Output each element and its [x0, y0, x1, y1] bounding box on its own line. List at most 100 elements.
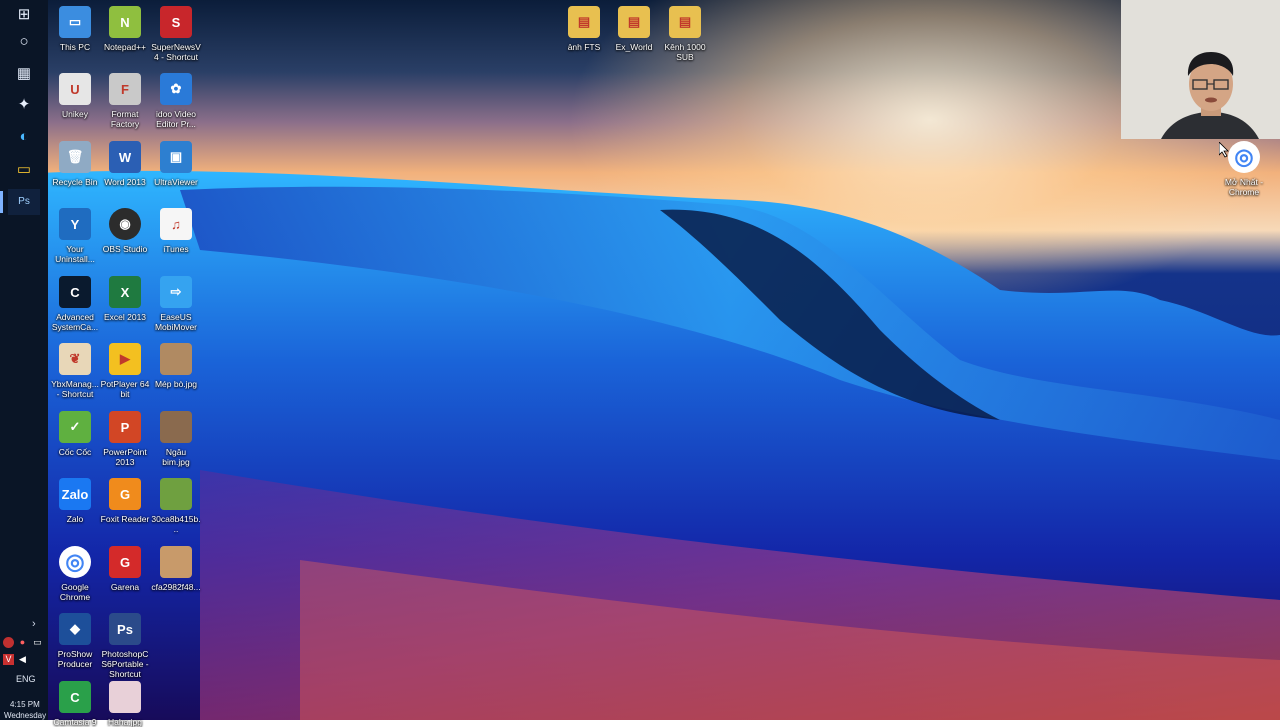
- desktop-icon[interactable]: U Unikey: [50, 73, 100, 119]
- app-icon: P: [109, 411, 141, 443]
- desktop-icon-label: ProShow Producer: [57, 649, 93, 669]
- tray-v-icon[interactable]: V: [3, 654, 14, 665]
- desktop-icon[interactable]: ▤ Kênh 1000 SUB: [660, 6, 710, 62]
- desktop-icon-label: Zalo: [66, 514, 84, 524]
- app-icon: ▣: [160, 141, 192, 173]
- app-icon: Zalo: [59, 478, 91, 510]
- desktop-icon[interactable]: ◎ Google Chrome: [50, 546, 100, 602]
- desktop-icon-label: idoo Video Editor Pr...: [155, 109, 197, 129]
- desktop-icon[interactable]: G Garena: [100, 546, 150, 592]
- desktop-icon-label: Excel 2013: [103, 312, 147, 322]
- calculator-icon[interactable]: ▦: [8, 61, 40, 87]
- app-icon: 🗑: [59, 141, 91, 173]
- app-icon: Ps: [109, 613, 141, 645]
- desktop-icon-label: Mở Nhất - Chrome: [1224, 177, 1264, 197]
- desktop-icon-label: This PC: [59, 42, 91, 52]
- volume-icon[interactable]: ◀: [17, 654, 28, 665]
- desktop-icon[interactable]: ▣ UltraViewer: [151, 141, 201, 187]
- app-icon: [160, 478, 192, 510]
- desktop-icon[interactable]: Mép bò.jpg: [151, 343, 201, 389]
- app-icon: ◎: [1228, 141, 1260, 173]
- app-icon: ✿: [160, 73, 192, 105]
- app-icon: ⇨: [160, 276, 192, 308]
- desktop-icon[interactable]: C Camtasia 9: [50, 681, 100, 727]
- active-app-indicator: [0, 191, 3, 213]
- desktop-icon-label: Camtasia 9: [53, 717, 97, 727]
- tray-garena-icon[interactable]: ●: [17, 637, 28, 648]
- desktop-icon-label: Ex_World: [615, 42, 653, 52]
- app-icon: [160, 411, 192, 443]
- taskbar: ⊞ ○ ▦ ✦ ◐ ▭ Ps › ● ▭ V ◀ ENG 4:15 PM Wed…: [0, 0, 48, 720]
- desktop-icon-label: YbxManag... - Shortcut: [51, 379, 99, 399]
- desktop-icon-label: EaseUS MobiMover: [154, 312, 198, 332]
- desktop-icon[interactable]: ▭ This PC: [50, 6, 100, 52]
- app-icon: G: [109, 546, 141, 578]
- desktop-icon[interactable]: Y Your Uninstall...: [50, 208, 100, 264]
- app-icon: ▤: [568, 6, 600, 38]
- desktop-icon[interactable]: P PowerPoint 2013: [100, 411, 150, 467]
- desktop-icon-label: UltraViewer: [154, 177, 198, 187]
- desktop-icon[interactable]: G Foxit Reader: [100, 478, 150, 524]
- desktop-icon[interactable]: ♫ iTunes: [151, 208, 201, 254]
- file-explorer-icon[interactable]: ▭: [8, 157, 40, 183]
- app-icon: ▶: [109, 343, 141, 375]
- desktop-icon-label: Cốc Cốc: [58, 447, 92, 457]
- desktop-icon[interactable]: Zalo Zalo: [50, 478, 100, 524]
- app-icon: [160, 546, 192, 578]
- language-indicator[interactable]: ENG: [16, 674, 36, 684]
- desktop-icon-label: Garena: [110, 582, 140, 592]
- desktop-icon[interactable]: 30ca8b415b...: [151, 478, 201, 534]
- desktop-icon-label: OBS Studio: [102, 244, 148, 254]
- app-icon: [160, 343, 192, 375]
- app-icon: X: [109, 276, 141, 308]
- desktop-icon[interactable]: ⇨ EaseUS MobiMover: [151, 276, 201, 332]
- app-icon: ◉: [109, 208, 141, 240]
- desktop-icon[interactable]: ▤ ảnh FTS: [559, 6, 609, 52]
- desktop-icon[interactable]: C Advanced SystemCa...: [50, 276, 100, 332]
- mouse-cursor-icon: [1219, 142, 1229, 158]
- photoshop-icon[interactable]: Ps: [8, 189, 40, 215]
- search-circle-icon[interactable]: ○: [8, 29, 40, 55]
- desktop-icon[interactable]: ▶ PotPlayer 64 bit: [100, 343, 150, 399]
- clock-time[interactable]: 4:15 PM: [10, 700, 40, 709]
- desktop-icon-label: Kênh 1000 SUB: [664, 42, 706, 62]
- desktop-icon[interactable]: ✿ idoo Video Editor Pr...: [151, 73, 201, 129]
- desktop-icon-label: Unikey: [62, 109, 88, 119]
- desktop-icon[interactable]: cfa2982f48...: [151, 546, 201, 592]
- coccoc-browser-icon[interactable]: ◐: [8, 124, 40, 150]
- tray-app-icon[interactable]: [3, 637, 14, 648]
- desktop-icon[interactable]: W Word 2013: [100, 141, 150, 187]
- desktop-icon[interactable]: Ps PhotoshopCS6Portable - Shortcut: [100, 613, 150, 679]
- desktop-icon[interactable]: Ngâu bim.jpg: [151, 411, 201, 467]
- desktop-icon-label: Haha.jpg: [107, 717, 143, 727]
- desktop-icon[interactable]: S SuperNewsV4 - Shortcut: [151, 6, 201, 62]
- desktop-icon-label: Foxit Reader: [100, 514, 150, 524]
- presenter-video: [1121, 0, 1280, 139]
- app-icon: W: [109, 141, 141, 173]
- app-icon: ▭: [59, 6, 91, 38]
- desktop-icon-label: SuperNewsV4 - Shortcut: [151, 42, 201, 62]
- desktop-icon[interactable]: 🗑 Recycle Bin: [50, 141, 100, 187]
- desktop-icon[interactable]: ✓ Cốc Cốc: [50, 411, 100, 457]
- desktop-icon[interactable]: F Format Factory: [100, 73, 150, 129]
- desktop-icon[interactable]: N Notepad++: [100, 6, 150, 52]
- network-tool-icon[interactable]: ✦: [8, 92, 40, 118]
- desktop-icon-label: Mép bò.jpg: [154, 379, 198, 389]
- webcam-overlay: [1121, 0, 1280, 139]
- desktop-icon[interactable]: ◆ ProShow Producer: [50, 613, 100, 669]
- desktop-icon[interactable]: ◉ OBS Studio: [100, 208, 150, 254]
- app-icon: C: [59, 276, 91, 308]
- desktop-icon-label: Word 2013: [104, 177, 146, 187]
- desktop-icon-label: cfa2982f48...: [151, 582, 201, 592]
- chevron-right-icon[interactable]: ›: [32, 618, 36, 630]
- desktop-icon[interactable]: ❦ YbxManag... - Shortcut: [50, 343, 100, 399]
- desktop-icon[interactable]: X Excel 2013: [100, 276, 150, 322]
- network-icon[interactable]: ▭: [32, 637, 43, 648]
- app-icon: ♫: [160, 208, 192, 240]
- windows-start-icon[interactable]: ⊞: [8, 2, 40, 28]
- desktop-icon[interactable]: Haha.jpg: [100, 681, 150, 727]
- app-icon: ❦: [59, 343, 91, 375]
- desktop-icon[interactable]: ▤ Ex_World: [609, 6, 659, 52]
- app-icon: U: [59, 73, 91, 105]
- desktop-icon-label: Ngâu bim.jpg: [162, 447, 190, 467]
